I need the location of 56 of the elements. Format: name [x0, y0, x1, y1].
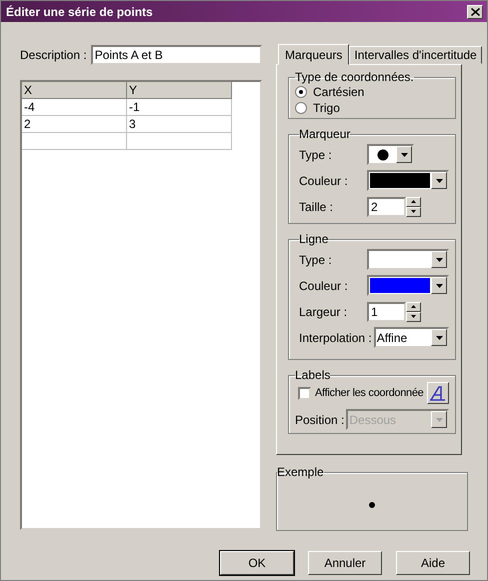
line-color-dropdown[interactable] — [367, 275, 449, 296]
table-cell[interactable]: -4 — [22, 99, 127, 116]
radio-button[interactable] — [295, 102, 307, 114]
close-button[interactable] — [467, 4, 483, 18]
field-label: Couleur : — [299, 278, 349, 292]
description-label: Description : — [20, 48, 87, 62]
caret-icon — [436, 418, 443, 422]
table-cell[interactable]: -1 — [127, 99, 232, 116]
field-label: Position : — [295, 412, 344, 426]
width-field[interactable]: 1 — [367, 302, 406, 322]
caret-icon — [400, 152, 408, 156]
radio-button[interactable] — [295, 86, 307, 98]
window-title: Éditer une série de points — [6, 4, 153, 18]
tab[interactable]: Marqueurs — [278, 44, 350, 65]
caret-icon — [436, 258, 442, 262]
radio-label: Trigo — [313, 101, 340, 115]
field-label: Interpolation : — [299, 330, 372, 344]
line-type-dropdown[interactable] — [367, 249, 449, 270]
group-title: Labels — [295, 368, 330, 382]
interpolation-dropdown[interactable]: Affine — [374, 327, 449, 348]
empty-cell[interactable] — [127, 133, 232, 150]
font-style-icon — [430, 386, 446, 400]
column-header[interactable]: Y — [127, 82, 232, 99]
caret-icon — [436, 284, 442, 288]
group-title: Ligne — [299, 232, 328, 246]
field-label: Type : — [299, 148, 333, 162]
spinner-buttons[interactable] — [406, 196, 421, 216]
size-field[interactable]: 2 — [367, 196, 406, 216]
font-button[interactable] — [427, 382, 450, 404]
marker-type-dropdown[interactable] — [367, 144, 414, 165]
filled-circle-icon — [376, 148, 388, 160]
field-label: Type : — [299, 252, 333, 266]
close-icon — [470, 8, 480, 16]
dialog-button[interactable]: Annuler — [308, 551, 382, 575]
caret-icon — [436, 336, 442, 340]
checkbox-label: Afficher les coordonnée — [315, 387, 424, 399]
dialog-button[interactable]: OK — [220, 551, 294, 575]
table-cell[interactable]: 3 — [127, 116, 232, 133]
field-label: Couleur : — [299, 174, 349, 188]
empty-cell[interactable] — [22, 133, 127, 150]
description-field[interactable]: Points A et B — [90, 45, 262, 65]
spinner-buttons[interactable] — [406, 302, 421, 322]
column-header[interactable]: X — [22, 82, 127, 99]
table-cell[interactable]: 2 — [22, 116, 127, 133]
checkbox[interactable] — [298, 386, 311, 400]
group-title: Exemple — [277, 465, 324, 479]
field-label: Taille : — [299, 200, 334, 214]
caret-icon — [436, 178, 442, 182]
field-label: Largeur : — [299, 304, 348, 318]
marker-color-dropdown[interactable] — [367, 170, 449, 191]
tab[interactable]: Intervalles d'incertitude — [349, 46, 482, 64]
radio-label: Cartésien — [313, 85, 364, 99]
group-title: Type de coordonnées. — [295, 70, 414, 84]
marker-preview-dot — [369, 502, 375, 508]
group-title: Marqueur — [299, 127, 350, 141]
dialog-button[interactable]: Aide — [396, 551, 470, 575]
